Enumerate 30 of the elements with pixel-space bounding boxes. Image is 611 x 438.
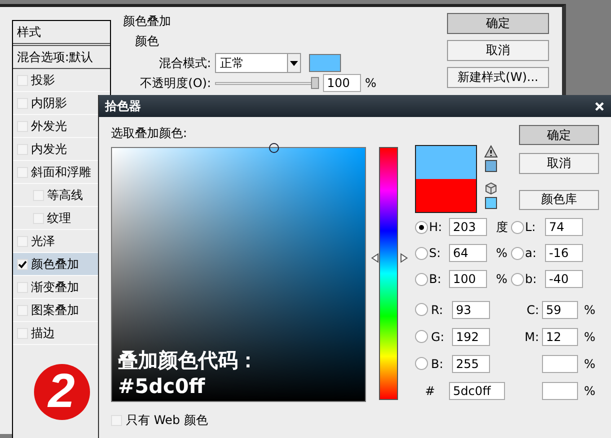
opacity-label: 不透明度(O):: [139, 74, 211, 92]
unit-label: 度: [495, 218, 509, 236]
field-label: b:: [525, 272, 538, 286]
unit-label: %: [495, 246, 508, 260]
field-label: C:: [526, 302, 539, 316]
field-label: a:: [525, 246, 538, 260]
step-badge: 2: [34, 364, 90, 420]
field-label: B:: [431, 356, 444, 370]
field-label: G:: [431, 330, 446, 344]
unit-label: %: [583, 330, 596, 344]
field-label: L:: [525, 220, 537, 234]
prompt-label: 选取叠加颜色:: [111, 125, 188, 142]
field-label: M:: [524, 330, 539, 344]
unit-label: %: [583, 356, 596, 370]
styles-header: 样式: [13, 21, 110, 46]
percent-unit: %: [365, 76, 376, 90]
field-label: B:: [429, 272, 442, 286]
field-label: H:: [429, 220, 444, 234]
annotation-text: 叠加颜色代码：: [118, 347, 258, 373]
unit-label: %: [583, 302, 596, 316]
field-label: S:: [429, 246, 442, 260]
annotation-text: #5dc0ff: [118, 373, 206, 399]
hex-label: #: [425, 384, 436, 398]
field-label: R:: [431, 302, 444, 316]
group-title: 颜色: [134, 33, 160, 49]
section-title: 颜色叠加: [123, 13, 172, 29]
unit-label: %: [495, 272, 508, 286]
blend-mode-label: 混合模式:: [158, 54, 211, 72]
web-colors-label: 只有 Web 颜色: [126, 412, 208, 429]
unit-label: %: [583, 384, 596, 398]
